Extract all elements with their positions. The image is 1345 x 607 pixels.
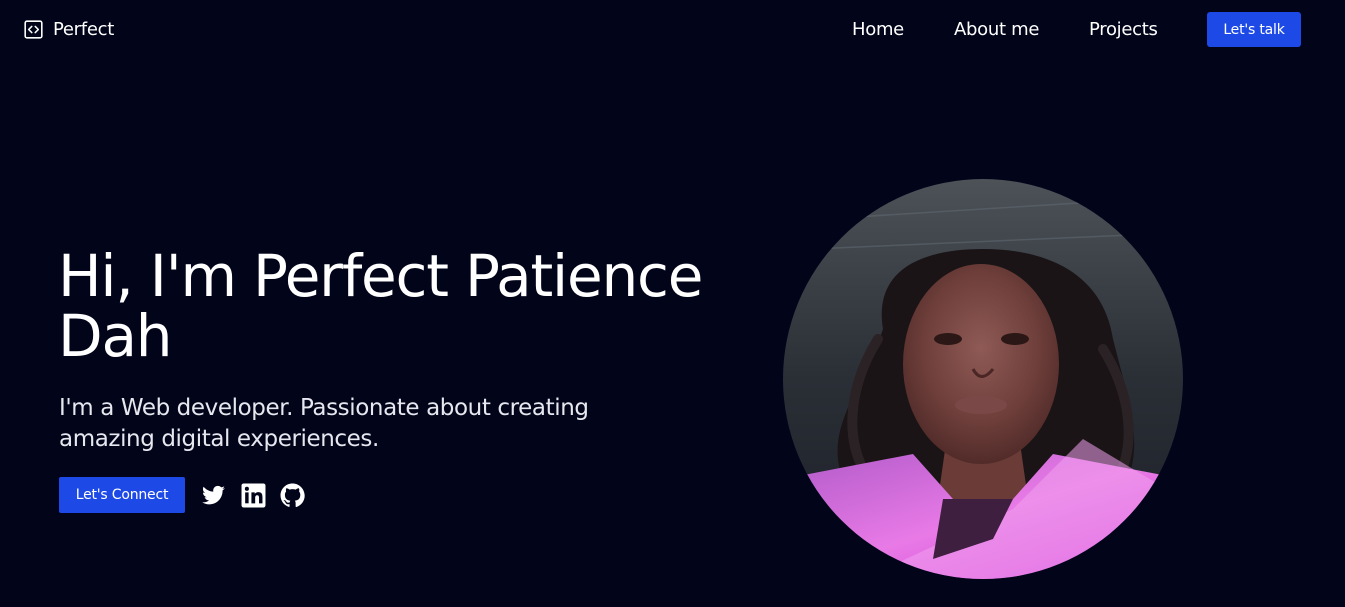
code-brackets-icon <box>24 20 43 39</box>
profile-photo-image <box>783 179 1183 579</box>
twitter-icon <box>202 485 225 505</box>
github-link[interactable] <box>280 483 305 508</box>
hero-subtitle: I'm a Web developer. Passionate about cr… <box>59 395 589 452</box>
nav-link-projects[interactable]: Projects <box>1089 19 1158 40</box>
profile-photo <box>783 179 1183 579</box>
linkedin-link[interactable] <box>241 483 266 508</box>
github-icon <box>280 483 305 507</box>
brand-logo-link[interactable]: Perfect <box>23 19 114 40</box>
nav-link-home[interactable]: Home <box>852 19 904 40</box>
brand-name: Perfect <box>53 19 114 40</box>
nav-link-about-me[interactable]: About me <box>954 19 1039 40</box>
linkedin-icon <box>241 483 266 508</box>
page: Perfect Home About me Projects Let's tal… <box>0 0 1345 607</box>
lets-talk-button[interactable]: Let's talk <box>1207 12 1301 47</box>
lets-connect-button[interactable]: Let's Connect <box>59 477 185 513</box>
hero-title: Hi, I'm Perfect Patience Dah <box>58 242 703 370</box>
twitter-link[interactable] <box>201 483 226 508</box>
